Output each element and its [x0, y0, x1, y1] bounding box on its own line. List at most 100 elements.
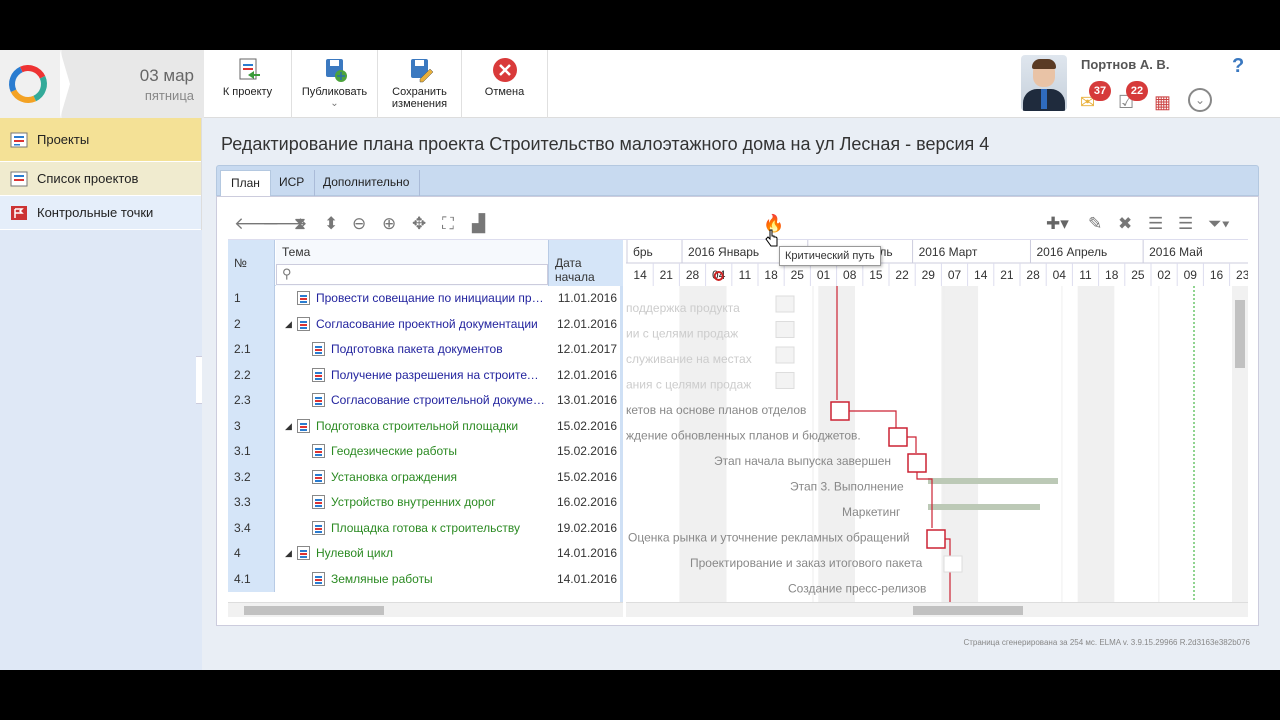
tasks-badge[interactable]: 22 [1126, 81, 1148, 101]
zoom-in-icon[interactable]: ⊕ [382, 214, 396, 234]
row-start-date: 16.02.2016 [556, 495, 617, 509]
month-label: 2016 Март [919, 245, 978, 259]
page-footer: Страница сгенерирована за 254 мс. ELMA v… [963, 638, 1250, 647]
table-row[interactable]: 3.1 Геодезические работы 15.02.2016 [228, 439, 623, 465]
expand-toggle-icon[interactable]: ◢ [285, 541, 292, 566]
delete-icon[interactable]: ✖ [1118, 214, 1132, 234]
cancel-button[interactable]: Отмена [462, 50, 548, 118]
ghost-task-label: кетов на основе планов отделов [626, 403, 806, 417]
row-topic[interactable]: Нулевой цикл [316, 541, 545, 566]
sidebar-item-projects[interactable]: Проекты [0, 118, 201, 162]
collapse-all-icon[interactable]: ⧗ [294, 214, 306, 234]
row-number: 3.4 [228, 515, 275, 541]
table-row[interactable]: 3.2 Установка ограждения 15.02.2016 [228, 464, 623, 490]
row-topic[interactable]: Земляные работы [331, 567, 545, 592]
expand-toggle-icon[interactable]: ◢ [285, 312, 292, 337]
user-name[interactable]: Портнов А. В. [1081, 57, 1169, 72]
logo[interactable] [0, 50, 62, 118]
gantt-body: поддержка продукта ии с целями продаж служ… [626, 286, 1248, 602]
table-row[interactable]: 3.3 Устройство внутренних дорог 16.02.2016 [228, 490, 623, 516]
row-number: 4.1 [228, 566, 275, 592]
user-avatar[interactable] [1021, 55, 1067, 111]
day-label: 15 [869, 268, 883, 282]
column-header-start-date[interactable]: Дата начала [548, 240, 623, 286]
table-row[interactable]: 1 Провести совещание по инициации прое...… [228, 286, 623, 312]
gantt-horizontal-scrollbar[interactable] [626, 602, 1248, 617]
table-row[interactable]: 3.4 Площадка готова к строительству 19.02.… [228, 515, 623, 541]
mail-badge[interactable]: 37 [1089, 81, 1111, 101]
table-row[interactable]: 4 ◢ Нулевой цикл 14.01.2016 [228, 541, 623, 567]
row-topic[interactable]: Получение разрешения на строитель... [331, 363, 545, 388]
non-working-band [1077, 286, 1115, 602]
help-icon[interactable]: ? [1232, 55, 1250, 78]
top-bar: 03 мар пятница К проекту Публиковать ⌄ С… [0, 50, 1280, 118]
row-start-date: 12.01.2016 [556, 316, 617, 331]
table-row[interactable]: 4.1 Земляные работы 14.01.2016 [228, 566, 623, 592]
table-row[interactable]: 2 ◢ Согласование проектной документации 12.… [228, 311, 623, 337]
row-number: 2.2 [228, 362, 275, 388]
day-label: 09 [1184, 268, 1198, 282]
row-number: 2.1 [228, 337, 275, 363]
tab-additional[interactable]: Дополнительно [313, 170, 421, 196]
day-label: 18 [764, 268, 778, 282]
edit-icon[interactable]: ✎ [1088, 214, 1102, 234]
outdent-icon[interactable]: ☰ [1178, 214, 1193, 234]
row-number: 2.3 [228, 388, 275, 414]
row-topic[interactable]: Подготовка пакета документов [331, 337, 545, 362]
row-topic[interactable]: Согласование проектной документации [316, 312, 545, 337]
table-row[interactable]: 2.1 Подготовка пакета документов 12.01.201… [228, 337, 623, 363]
chart-icon[interactable]: ▟ [472, 214, 485, 234]
gantt-vertical-scrollbar[interactable] [1232, 286, 1248, 602]
save-changes-button[interactable]: Сохранить изменения [378, 50, 462, 118]
hand-cursor-icon [765, 229, 778, 247]
row-topic[interactable]: Установка ограждения [331, 465, 545, 490]
ghost-milestone [775, 321, 795, 338]
move-icon[interactable]: ✥ [412, 214, 426, 234]
table-row[interactable]: 2.3 Согласование строительной документ...… [228, 388, 623, 414]
day-label: 22 [895, 268, 909, 282]
indent-icon[interactable]: ☰ [1148, 214, 1163, 234]
publish-button[interactable]: Публиковать ⌄ [292, 50, 378, 118]
row-number: 2 [228, 311, 275, 337]
row-topic[interactable]: Площадка готова к строительству [331, 516, 545, 541]
calendar-icon[interactable]: ▦ [1154, 92, 1171, 113]
topic-search-input[interactable]: ⚲ [276, 264, 548, 285]
day-label: 25 [791, 268, 805, 282]
user-menu-chevron-icon[interactable]: ⌄ [1188, 88, 1212, 112]
tab-plan[interactable]: План [220, 170, 271, 196]
task-icon [312, 444, 325, 458]
row-topic[interactable]: Провести совещание по инициации прое... [316, 286, 545, 311]
expand-toggle-icon[interactable]: ◢ [285, 414, 292, 439]
filter-icon[interactable]: ⏷▾ [1208, 214, 1230, 234]
table-row[interactable]: 2.2 Получение разрешения на строитель... 1… [228, 362, 623, 388]
critical-path-tooltip: Критический путь [779, 246, 881, 266]
task-icon [312, 571, 325, 586]
ghost-task-label: Этап 3. Выполнение [790, 480, 904, 494]
row-start-date: 14.01.2016 [556, 571, 617, 586]
table-row[interactable]: 3 ◢ Подготовка строительной площадки 15.02.… [228, 413, 623, 439]
scrollbar-thumb[interactable] [1235, 300, 1245, 368]
day-label: 21 [660, 268, 674, 282]
expand-all-icon[interactable]: ⬍ [324, 214, 338, 234]
scrollbar-thumb[interactable] [244, 606, 384, 615]
row-topic[interactable]: Подготовка строительной площадки [316, 414, 545, 439]
to-project-button[interactable]: К проекту [204, 50, 292, 118]
sidebar-item-project-list[interactable]: Список проектов [0, 162, 201, 196]
column-header-number[interactable]: № [228, 240, 275, 286]
avatar-hair [1032, 59, 1056, 69]
gantt-chart: брь2016 Январь2016 Февраль2016 Март2016 … [626, 240, 1248, 617]
zoom-out-icon[interactable]: ⊖ [352, 214, 366, 234]
add-icon[interactable]: ✚▾ [1046, 214, 1069, 234]
day-label: 01 [817, 268, 831, 282]
grid-horizontal-scrollbar[interactable] [228, 602, 623, 617]
scrollbar-thumb[interactable] [913, 606, 1023, 615]
tab-wbs[interactable]: ИСР [269, 170, 316, 196]
row-topic[interactable]: Устройство внутренних дорог [331, 490, 545, 515]
task-icon [312, 342, 325, 356]
fit-icon[interactable]: ⛶ [442, 214, 454, 234]
row-start-date: 15.02.2016 [556, 444, 617, 458]
row-topic[interactable]: Согласование строительной документ... [331, 388, 545, 413]
row-topic[interactable]: Геодезические работы [331, 439, 545, 464]
sidebar-item-milestones[interactable]: Контрольные точки [0, 196, 201, 230]
page-title: Редактирование плана проекта Строительст… [221, 134, 990, 154]
